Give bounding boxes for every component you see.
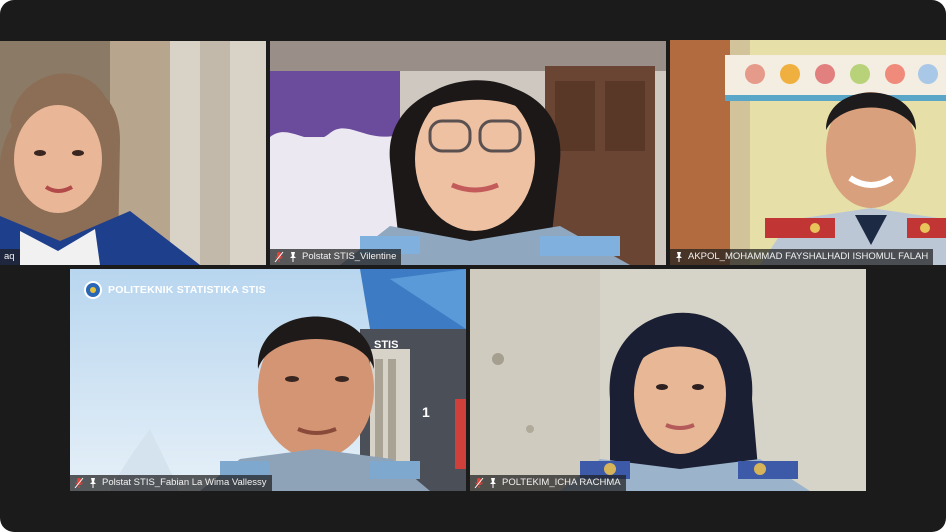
pin-icon[interactable] — [88, 477, 98, 489]
participant-name-tag: Polstat STIS_Fabian La Wima Vallessy — [70, 475, 272, 491]
pin-icon[interactable] — [488, 477, 498, 489]
participant-video-fayshalhadi — [670, 40, 946, 265]
banner-text: POLITEKNIK STATISTIKA STIS — [108, 284, 266, 296]
pin-icon[interactable] — [674, 251, 684, 263]
video-tile-poltekim-icha-rachma[interactable]: POLTEKIM_ICHA RACHMA — [470, 269, 866, 491]
participant-name-tag: Polstat STIS_Vilentine — [270, 249, 402, 265]
participant-name: POLTEKIM_ICHA RACHMA — [502, 477, 621, 488]
video-tile-aq[interactable]: aq — [0, 41, 266, 265]
virtual-background-banner: POLITEKNIK STATISTIKA STIS — [84, 281, 266, 299]
participant-video-vilentine — [270, 41, 666, 265]
video-tile-polstat-stis-fabian[interactable]: POLITEKNIK STATISTIKA STIS STIS 1 Polsta… — [70, 269, 466, 491]
participant-name-tag: AKPOL_MOHAMMAD FAYSHALHADI ISHOMUL FALAH — [670, 249, 934, 265]
participant-name: Polstat STIS_Vilentine — [302, 251, 397, 262]
participant-name: aq — [4, 251, 15, 262]
participant-name: Polstat STIS_Fabian La Wima Vallessy — [102, 477, 267, 488]
participant-video-fabian — [70, 269, 466, 491]
participant-video-icha — [470, 269, 866, 491]
participant-video-aq — [0, 41, 266, 265]
wall-number: 1 — [422, 404, 430, 420]
video-meeting-gallery: aq Polstat STIS_Vilentine AKPOL_MOHAMMAD… — [0, 0, 946, 532]
stis-logo-icon — [84, 281, 102, 299]
pin-icon[interactable] — [288, 251, 298, 263]
participant-name: AKPOL_MOHAMMAD FAYSHALHADI ISHOMUL FALAH — [688, 251, 929, 262]
wall-sign-text: STIS — [374, 339, 399, 351]
participant-name-tag: POLTEKIM_ICHA RACHMA — [470, 475, 626, 491]
muted-mic-icon — [274, 251, 284, 263]
muted-mic-icon — [74, 477, 84, 489]
muted-mic-icon — [474, 477, 484, 489]
participant-name-tag: aq — [0, 249, 20, 265]
video-tile-polstat-stis-vilentine[interactable]: Polstat STIS_Vilentine — [270, 41, 666, 265]
video-tile-akpol-mohammad-fayshalhadi[interactable]: AKPOL_MOHAMMAD FAYSHALHADI ISHOMUL FALAH — [670, 40, 946, 265]
